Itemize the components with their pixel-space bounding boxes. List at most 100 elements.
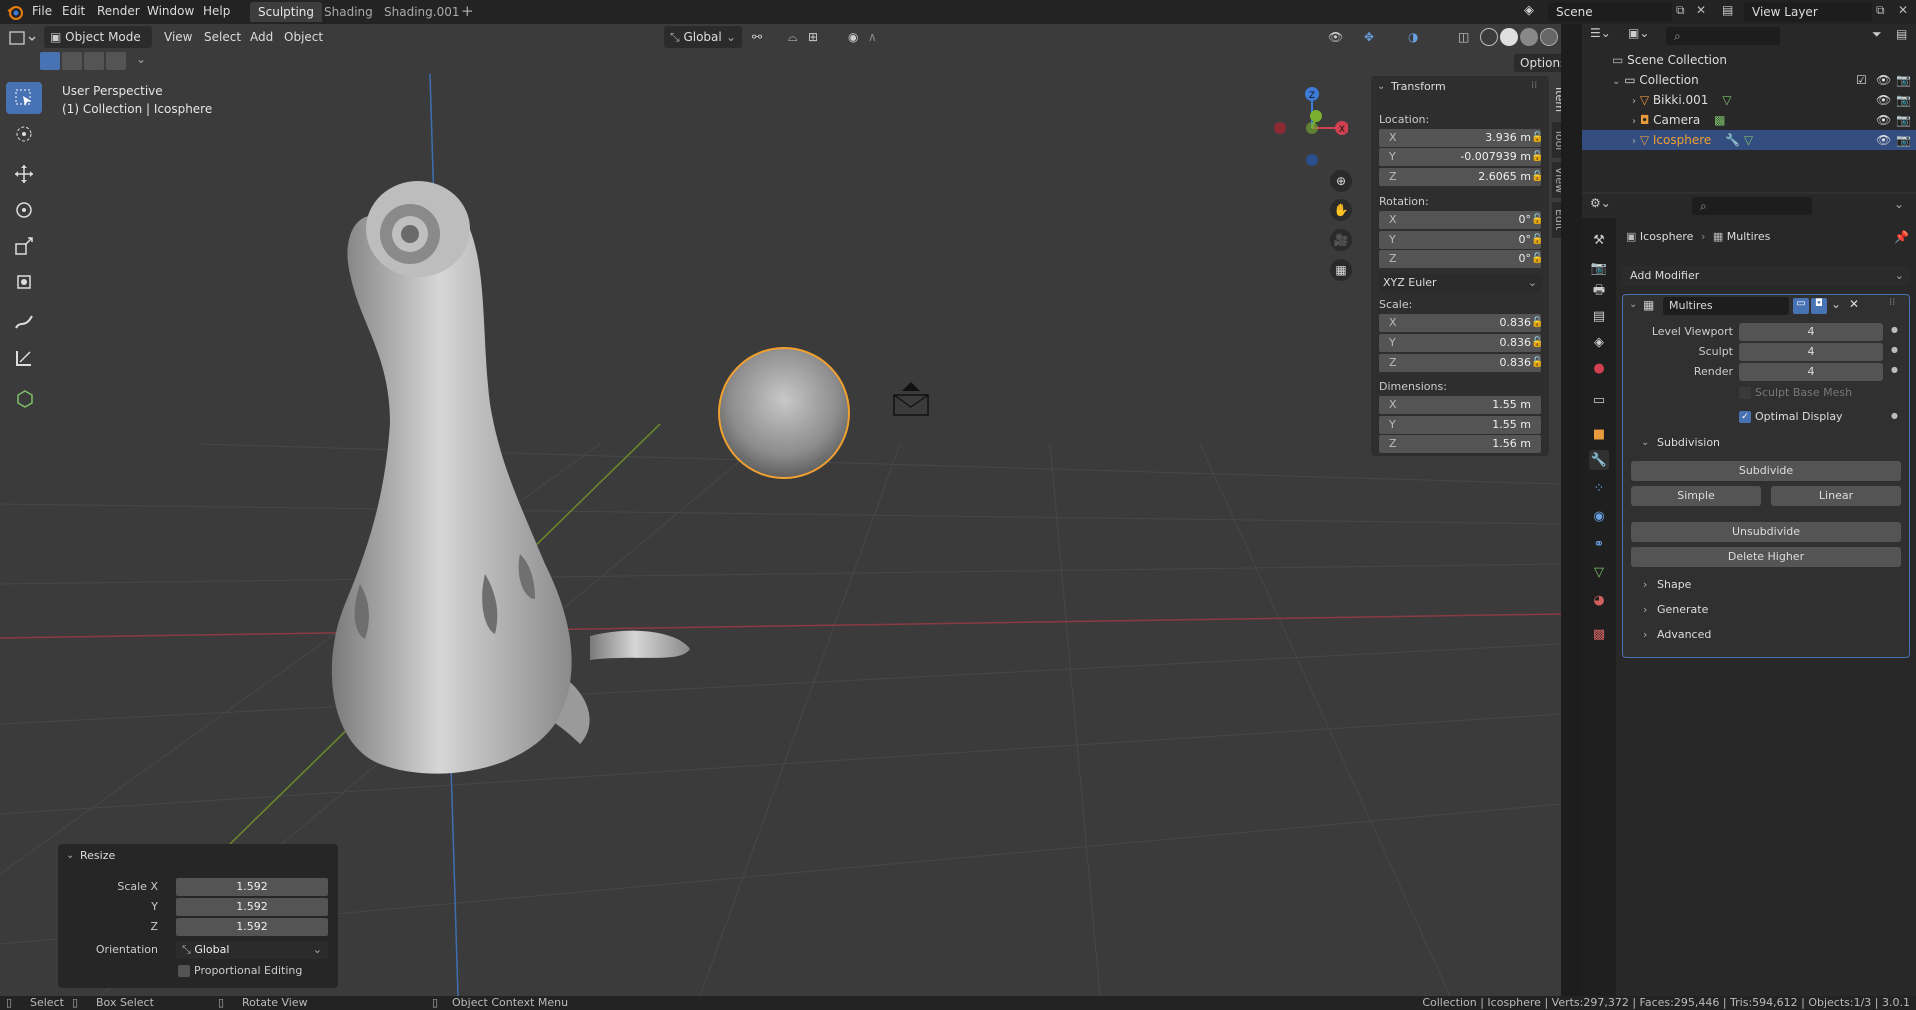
properties-search-input[interactable]: ⌕ — [1692, 197, 1812, 215]
expand-chevron-icon[interactable]: › — [1643, 603, 1647, 616]
rotation-y-field[interactable]: Y 0° — [1379, 231, 1541, 249]
outliner-editor-type-icon[interactable]: ☰⌄ — [1590, 26, 1620, 48]
object-tab-icon[interactable]: ■ — [1589, 424, 1609, 444]
transform-tool[interactable] — [6, 266, 42, 298]
select-new-icon[interactable] — [40, 52, 60, 70]
select-intersect-icon[interactable] — [106, 52, 126, 70]
modifier-name-field[interactable]: Multires — [1663, 297, 1789, 315]
collapse-chevron-icon[interactable]: ⌄ — [1641, 437, 1649, 448]
render-camera-icon[interactable]: 📷 — [1896, 130, 1911, 150]
scale-y-field[interactable]: Y 0.836 — [1379, 334, 1541, 352]
particles-tab-icon[interactable]: ⁘ — [1589, 478, 1609, 498]
snap-icon[interactable]: ⌓ — [788, 26, 798, 48]
select-subtract-icon[interactable] — [84, 52, 104, 70]
physics-tab-icon[interactable]: ◉ — [1589, 506, 1609, 526]
location-x-field[interactable]: X 3.936 m — [1379, 129, 1541, 147]
rendered-shading-icon[interactable] — [1540, 28, 1558, 46]
tool-tab-icon[interactable]: ⚒ — [1589, 230, 1609, 250]
eye-icon[interactable]: 👁 — [1876, 90, 1891, 110]
new-collection-icon[interactable]: ▤ — [1896, 27, 1907, 41]
sculpt-level-field[interactable]: 4 — [1739, 343, 1883, 361]
display-mode-icon[interactable]: ▣⌄ — [1628, 26, 1658, 48]
eye-icon[interactable]: 👁 — [1876, 70, 1891, 90]
scale-x-field[interactable]: 1.592 — [176, 878, 328, 896]
falloff-icon[interactable]: ∧ — [868, 26, 877, 48]
cursor-tool[interactable] — [6, 118, 42, 150]
lock-icon[interactable]: 🔓 — [1531, 337, 1543, 348]
scale-z-field[interactable]: Z 0.836 — [1379, 354, 1541, 372]
drag-handle-icon[interactable]: ⁞⁞ — [1889, 297, 1895, 308]
proportional-editing-checkbox[interactable] — [178, 965, 190, 977]
rotate-tool[interactable] — [6, 194, 42, 226]
scale-y-field[interactable]: 1.592 — [176, 898, 328, 916]
gizmo-toggle-icon[interactable]: ✥ — [1364, 26, 1374, 48]
lock-icon[interactable]: 🔓 — [1531, 132, 1543, 143]
eye-icon[interactable]: 👁 — [1876, 110, 1891, 130]
dimensions-y-field[interactable]: Y 1.55 m — [1379, 416, 1541, 434]
new-scene-icon[interactable]: ⧉ — [1676, 3, 1685, 18]
tab-shading[interactable]: Shading — [316, 2, 381, 22]
overlays-toggle-icon[interactable]: ◑ — [1408, 26, 1418, 48]
expand-chevron-icon[interactable]: › — [1643, 628, 1647, 641]
expand-chevron-icon[interactable]: › — [1632, 116, 1636, 127]
chevron-down-icon[interactable]: ⌄ — [1894, 197, 1904, 211]
icosphere-selected[interactable] — [718, 347, 850, 479]
xray-toggle-icon[interactable]: ◫ — [1458, 26, 1469, 48]
3d-viewport[interactable]: ▣ Object Mode ⌄ View Select Add Object ⤡… — [0, 24, 1561, 996]
menu-edit[interactable]: Edit — [62, 0, 85, 24]
show-in-render-icon[interactable]: ◘ — [1811, 298, 1827, 314]
menu-help[interactable]: Help — [203, 0, 230, 24]
menu-select[interactable]: Select — [204, 26, 241, 48]
pin-icon[interactable]: 📌 — [1894, 230, 1909, 244]
material-preview-icon[interactable] — [1520, 28, 1538, 46]
scale-x-field[interactable]: X 0.836 — [1379, 314, 1541, 332]
editor-type-button[interactable] — [8, 28, 38, 50]
dimensions-z-field[interactable]: Z 1.56 m — [1379, 435, 1541, 453]
camera-view-icon[interactable]: 🎥 — [1330, 229, 1352, 251]
remove-modifier-icon[interactable]: ✕ — [1849, 297, 1859, 311]
sculpt-base-mesh-checkbox[interactable] — [1739, 387, 1751, 399]
filter-icon[interactable]: ⏷ — [1872, 27, 1882, 42]
add-workspace-icon[interactable]: + — [461, 2, 474, 20]
render-camera-icon[interactable]: 📷 — [1896, 90, 1911, 110]
properties-editor-type-icon[interactable]: ⚙⌄ — [1590, 196, 1620, 216]
annotate-tool[interactable] — [6, 306, 42, 338]
texture-tab-icon[interactable]: ▩ — [1589, 624, 1609, 644]
perspective-toggle-icon[interactable]: ▦ — [1330, 259, 1352, 281]
lock-icon[interactable]: 🔓 — [1531, 253, 1543, 264]
rotation-mode-dropdown[interactable]: XYZ Euler ⌄ — [1379, 274, 1541, 292]
keyframe-dot-icon[interactable]: ● — [1891, 365, 1898, 374]
checkbox-icon[interactable]: ☑ — [1856, 70, 1867, 90]
delete-view-layer-icon[interactable]: ✕ — [1898, 3, 1908, 17]
collapse-chevron-icon[interactable]: ⌄ — [1629, 299, 1637, 310]
outliner-row-bikki[interactable]: › ▽ Bikki.001 ▽ 👁 📷 — [1582, 90, 1916, 110]
scene-field[interactable]: Scene — [1548, 2, 1672, 22]
lock-icon[interactable]: 🔓 — [1531, 317, 1543, 328]
lock-icon[interactable]: 🔓 — [1531, 214, 1543, 225]
navigation-gizmo[interactable]: Z X — [1268, 84, 1348, 174]
menu-view[interactable]: View — [164, 26, 192, 48]
add-cube-tool[interactable] — [6, 382, 42, 414]
outliner-row-icosphere[interactable]: › ▽ Icosphere 🔧 ▽ 👁 📷 — [1582, 130, 1916, 150]
expand-chevron-icon[interactable]: › — [1632, 136, 1636, 147]
level-viewport-field[interactable]: 4 — [1739, 323, 1883, 341]
optimal-display-checkbox[interactable]: ✓ — [1739, 411, 1751, 423]
wireframe-shading-icon[interactable] — [1480, 28, 1498, 46]
data-tab-icon[interactable]: ▽ — [1589, 562, 1609, 582]
blender-logo-icon[interactable] — [6, 3, 24, 21]
select-box-tool[interactable] — [6, 82, 42, 114]
show-in-viewport-icon[interactable]: ▭ — [1793, 298, 1809, 314]
linear-button[interactable]: Linear — [1771, 486, 1901, 506]
keyframe-dot-icon[interactable]: ● — [1891, 345, 1898, 354]
menu-render[interactable]: Render — [97, 0, 140, 24]
keyframe-dot-icon[interactable]: ● — [1891, 325, 1898, 334]
options-button[interactable]: Options ⌄ — [1514, 54, 1561, 88]
delete-scene-icon[interactable]: ✕ — [1696, 3, 1706, 17]
new-view-layer-icon[interactable]: ⧉ — [1876, 3, 1885, 18]
render-tab-icon[interactable]: 📷 — [1589, 258, 1609, 278]
shape-header[interactable]: Shape — [1657, 578, 1691, 591]
solid-shading-icon[interactable] — [1500, 28, 1518, 46]
material-tab-icon[interactable]: ◕ — [1589, 590, 1609, 610]
rotation-z-field[interactable]: Z 0° — [1379, 250, 1541, 268]
lock-icon[interactable]: 🔓 — [1531, 151, 1543, 162]
